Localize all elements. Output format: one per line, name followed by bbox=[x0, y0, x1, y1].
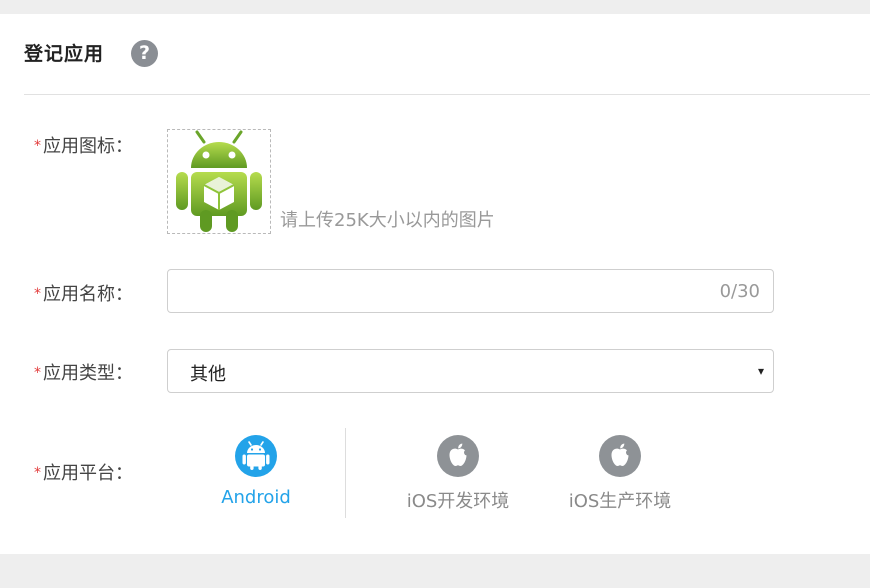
app-platform-label: * 应用平台： bbox=[34, 463, 133, 484]
platform-option-label: iOS开发环境 bbox=[406, 491, 510, 512]
app-type-label: * 应用类型： bbox=[34, 363, 133, 384]
char-counter: 0/30 bbox=[719, 281, 760, 302]
platform-divider bbox=[345, 428, 346, 518]
required-mark: * bbox=[34, 286, 41, 302]
page-title: 登记应用 bbox=[24, 43, 105, 65]
apple-icon bbox=[599, 435, 641, 477]
app-name-label: * 应用名称： bbox=[34, 284, 133, 305]
apple-icon bbox=[437, 435, 479, 477]
upload-hint: 请上传25K大小以内的图片 bbox=[280, 210, 495, 231]
app-icon-label: * 应用图标： bbox=[34, 136, 133, 157]
app-type-select[interactable]: 其他 ▾ bbox=[167, 349, 774, 393]
app-name-input[interactable] bbox=[167, 269, 774, 313]
platform-option-label: Android bbox=[221, 487, 291, 508]
app-icon-upload[interactable] bbox=[167, 129, 271, 234]
platform-option-label: iOS生产环境 bbox=[568, 491, 672, 512]
platform-option-android[interactable]: Android bbox=[181, 434, 331, 508]
required-mark: * bbox=[34, 465, 41, 481]
android-robot-icon bbox=[176, 130, 262, 232]
chevron-down-icon: ▾ bbox=[757, 364, 764, 378]
required-mark: * bbox=[34, 138, 41, 154]
panel-header: 登记应用 ? bbox=[24, 14, 870, 95]
help-icon[interactable]: ? bbox=[131, 40, 158, 67]
platform-option-ios-dev[interactable]: iOS开发环境 bbox=[383, 434, 533, 513]
platform-option-ios-prod[interactable]: iOS生产环境 bbox=[545, 434, 695, 513]
required-mark: * bbox=[34, 365, 41, 381]
app-type-value: 其他 bbox=[190, 364, 226, 385]
android-icon bbox=[235, 435, 277, 477]
register-app-panel: 登记应用 ? * 应用图标： 请上传25K大小以内的图片 * 应用名称： 0/3… bbox=[0, 14, 870, 554]
